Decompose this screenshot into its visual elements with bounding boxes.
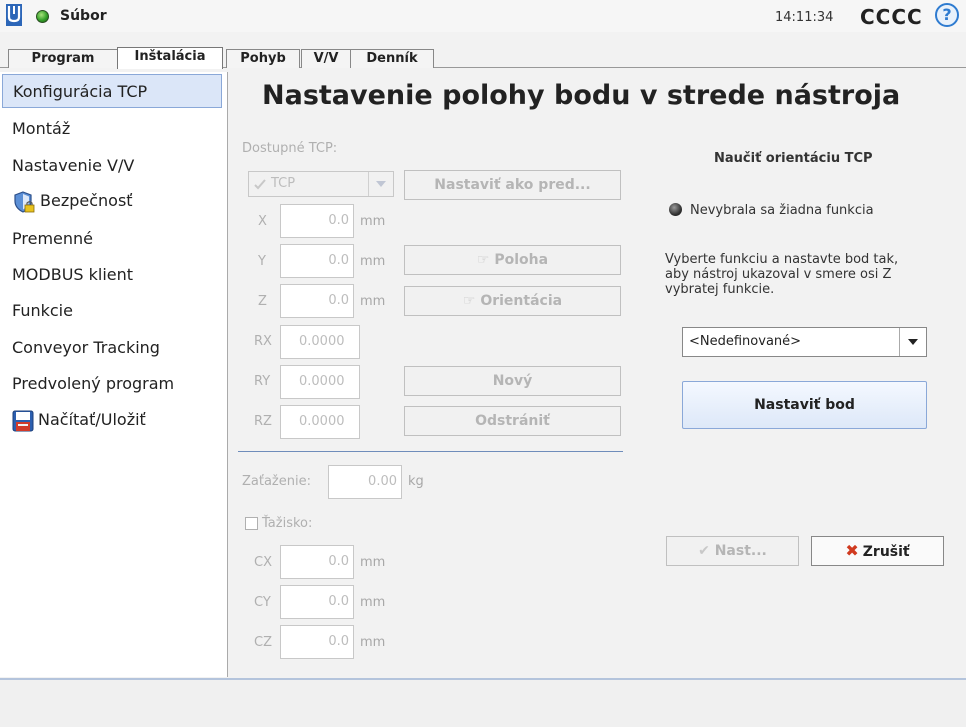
feature-status-text: Nevybrala sa žiadna funkcia [690,203,874,218]
shield-lock-icon [14,190,35,213]
cx-field[interactable]: 0.0 [280,545,354,579]
chevron-down-icon[interactable] [899,328,926,356]
chevron-down-icon[interactable] [368,172,393,196]
feature-status-icon [669,203,682,216]
z-label: Z [258,294,267,309]
cog-checkbox[interactable] [245,517,258,530]
check-icon: ✔ [698,543,710,559]
cy-label: CY [254,595,271,610]
cancel-button-label: Zrušiť [862,544,910,560]
new-tcp-button[interactable]: Nový [404,366,621,396]
tab-installation[interactable]: Inštalácia [117,47,223,69]
apply-button-label: Nast... [714,543,767,559]
cx-unit: mm [360,555,386,570]
y-field[interactable]: 0.0 [280,244,354,278]
divider [238,451,623,452]
file-menu[interactable]: Súbor [60,8,107,24]
z-field[interactable]: 0.0 [280,284,354,318]
x-label: X [258,214,267,229]
sidebar-item-variables[interactable]: Premenné [0,222,226,256]
check-icon [254,179,266,190]
rz-field[interactable]: 0.0000 [280,405,360,439]
tab-program[interactable]: Program [8,49,118,68]
rx-field[interactable]: 0.0000 [280,325,360,359]
sidebar-item-features[interactable]: Funkcie [0,294,226,328]
ry-field[interactable]: 0.0000 [280,365,360,399]
tab-move[interactable]: Pohyb [226,49,300,68]
sidebar-item-tcp-configuration[interactable]: Konfigurácia TCP [2,74,222,108]
tab-log[interactable]: Denník [350,49,434,68]
teach-help-text: Vyberte funkciu a nastavte bod tak, aby … [665,252,945,297]
sidebar-item-conveyor-tracking[interactable]: Conveyor Tracking [0,331,226,365]
sidebar-item-mounting[interactable]: Montáž [0,112,226,146]
available-tcp-label: Dostupné TCP: [242,141,338,156]
orientation-button[interactable]: ☞ Orientácia [404,286,621,316]
cz-field[interactable]: 0.0 [280,625,354,659]
cy-field[interactable]: 0.0 [280,585,354,619]
sidebar: Konfigurácia TCP Montáž Nastavenie V/V B… [0,72,228,677]
help-icon[interactable]: ? [935,3,959,27]
sidebar-item-label: Funkcie [12,301,73,320]
set-default-button[interactable]: Nastaviť ako pred... [404,170,621,200]
apply-button[interactable]: ✔ Nast... [666,536,799,566]
payload-unit: kg [408,474,424,489]
y-label: Y [258,254,266,269]
help-text-line: aby nástroj ukazoval v smere osi Z [665,267,892,282]
sidebar-item-label: Bezpečnosť [40,191,133,210]
robot-name: CCCC [860,5,923,29]
sidebar-item-label: MODBUS klient [12,265,134,284]
clock: 14:11:34 [775,10,834,25]
remove-tcp-button[interactable]: Odstrániť [404,406,621,436]
sidebar-item-safety[interactable]: Bezpečnosť [0,184,226,218]
feature-select[interactable]: <Nedefinované> [682,327,927,357]
pointer-icon: ☞ [462,293,476,309]
cy-unit: mm [360,595,386,610]
rz-label: RZ [254,414,272,429]
pointer-icon: ☞ [476,252,490,268]
rx-label: RX [254,334,272,349]
sidebar-item-load-save[interactable]: Načítať/Uložiť [0,403,226,437]
cz-unit: mm [360,635,386,650]
payload-label: Zaťaženie: [242,474,311,489]
tcp-select-value: TCP [271,176,296,191]
position-button[interactable]: ☞ Poloha [404,245,621,275]
sidebar-item-label: Montáž [12,119,71,138]
page-title: Nastavenie polohy bodu v strede nástroja [262,80,901,111]
teach-orientation-title: Naučiť orientáciu TCP [714,151,873,166]
robot-status-icon [36,10,49,23]
y-unit: mm [360,254,386,269]
sidebar-item-label: Nastavenie V/V [12,156,135,175]
tcp-select[interactable]: TCP [248,171,394,197]
sidebar-item-modbus-client[interactable]: MODBUS klient [0,258,226,292]
help-text-line: vybratej funkcie. [665,282,775,297]
cx-label: CX [254,555,272,570]
x-field[interactable]: 0.0 [280,204,354,238]
footer-bar [0,680,966,727]
cz-label: CZ [254,635,272,650]
sidebar-item-label: Konfigurácia TCP [13,82,148,101]
universal-robots-logo-icon [6,4,22,26]
sidebar-item-label: Premenné [12,229,93,248]
set-point-button[interactable]: Nastaviť bod [682,381,927,429]
feature-select-value: <Nedefinované> [689,334,802,349]
sidebar-item-label: Predvolený program [12,374,175,393]
help-text-line: Vyberte funkciu a nastavte bod tak, [665,252,899,267]
close-icon: ✖ [845,541,859,560]
sidebar-item-default-program[interactable]: Predvolený program [0,367,226,401]
floppy-disk-icon [12,410,34,431]
top-bar: Súbor 14:11:34 CCCC ? [0,0,966,32]
cog-label: Ťažisko: [262,516,313,531]
x-unit: mm [360,214,386,229]
sidebar-item-label: Conveyor Tracking [12,338,160,357]
orientation-button-label: Orientácia [480,293,563,309]
tab-io[interactable]: V/V [301,49,351,68]
position-button-label: Poloha [494,252,549,268]
ry-label: RY [254,374,271,389]
payload-field[interactable]: 0.00 [328,465,402,499]
z-unit: mm [360,294,386,309]
cancel-button[interactable]: ✖ Zrušiť [811,536,944,566]
sidebar-item-label: Načítať/Uložiť [38,410,146,429]
sidebar-item-io-setup[interactable]: Nastavenie V/V [0,149,226,183]
